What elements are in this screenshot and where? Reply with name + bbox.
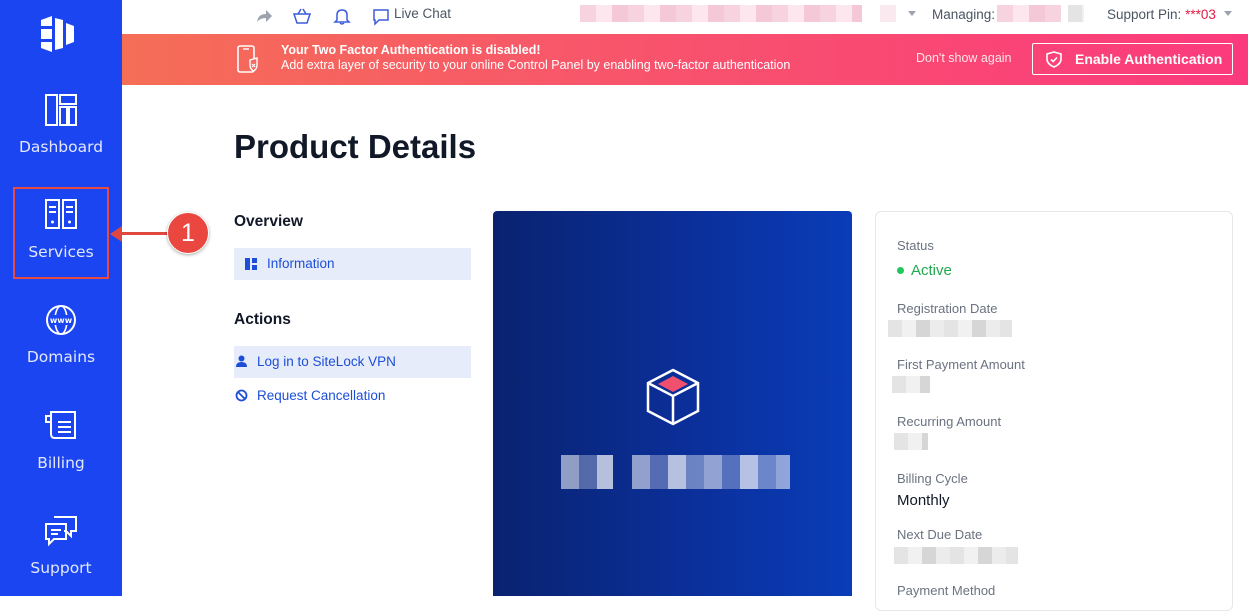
two-factor-alert-banner: Your Two Factor Authentication is disabl… — [122, 34, 1248, 85]
brand-logo[interactable] — [38, 14, 80, 54]
redacted-next-due-date — [894, 547, 1018, 564]
menu-item-label: Log in to SiteLock VPN — [257, 354, 396, 369]
product-details-card: Status Active Registration Date First Pa… — [875, 211, 1233, 611]
dashboard-icon — [45, 94, 77, 126]
live-chat-link[interactable]: Live Chat — [394, 6, 451, 21]
menu-item-login-sitelock-vpn[interactable]: Log in to SiteLock VPN — [234, 346, 471, 378]
enable-authentication-button[interactable]: Enable Authentication — [1032, 43, 1233, 75]
chevron-down-icon[interactable] — [1224, 11, 1232, 16]
redacted-account-name — [580, 5, 862, 22]
overview-heading: Overview — [234, 213, 303, 230]
annotation-step-badge: 1 — [167, 212, 209, 254]
redacted-product-name — [632, 455, 790, 489]
banner-message: Add extra layer of security to your onli… — [281, 58, 791, 72]
sidebar: Dashboard Services www Domains Billing S… — [0, 0, 122, 596]
support-pin-value: ***03 — [1185, 7, 1216, 22]
status-dot — [897, 267, 904, 274]
highlight-box — [13, 187, 109, 279]
menu-item-request-cancellation[interactable]: Request Cancellation — [234, 380, 471, 412]
recurring-amount-label: Recurring Amount — [897, 414, 1002, 429]
redacted-first-payment — [892, 376, 930, 393]
shield-check-icon — [1046, 51, 1062, 68]
www-globe-icon: www — [46, 305, 76, 335]
redacted-registration-date — [888, 320, 1012, 337]
basket-icon[interactable] — [292, 6, 312, 26]
redacted-block — [1068, 5, 1084, 22]
sidebar-item-label: Billing — [37, 454, 85, 472]
cube-product-icon — [646, 368, 700, 426]
registration-date-label: Registration Date — [897, 301, 998, 316]
page-title: Product Details — [234, 128, 477, 165]
product-card — [493, 211, 852, 596]
support-pin: Support Pin: ***03 — [1107, 7, 1216, 22]
sidebar-item-label: Dashboard — [18, 138, 104, 156]
enable-authentication-label: Enable Authentication — [1075, 51, 1223, 67]
dont-show-again-link[interactable]: Don't show again — [916, 51, 1012, 65]
sidebar-item-support[interactable]: Support — [0, 513, 122, 603]
sidebar-item-label: Support — [30, 559, 92, 577]
user-icon — [236, 355, 247, 367]
redacted-product-name — [561, 455, 613, 489]
menu-item-information[interactable]: Information — [234, 248, 471, 280]
redacted-managing-value — [997, 5, 1061, 22]
redacted-block — [880, 5, 896, 22]
billing-cycle-value: Monthly — [897, 492, 950, 509]
top-bar: Live Chat Managing: Support Pin: ***03 — [122, 0, 1248, 34]
annotation-arrow-head — [110, 226, 122, 242]
status-value: Active — [911, 262, 952, 279]
chat-bubbles-icon — [45, 516, 77, 547]
svg-text:www: www — [50, 316, 73, 325]
menu-item-label: Request Cancellation — [257, 388, 386, 403]
managing-label: Managing: — [932, 7, 996, 22]
layout-icon — [245, 258, 257, 270]
sidebar-item-dashboard[interactable]: Dashboard — [0, 92, 122, 182]
sidebar-item-label: Domains — [26, 348, 96, 366]
menu-item-label: Information — [267, 256, 335, 271]
phone-shield-icon — [237, 45, 258, 73]
chat-icon[interactable] — [371, 7, 391, 27]
support-pin-label: Support Pin: — [1107, 7, 1182, 22]
share-icon[interactable] — [254, 6, 274, 26]
invoice-icon — [45, 411, 76, 439]
status-label: Status — [897, 238, 934, 253]
next-due-date-label: Next Due Date — [897, 527, 983, 542]
sidebar-item-billing[interactable]: Billing — [0, 408, 122, 498]
actions-heading: Actions — [234, 311, 291, 328]
ban-icon — [235, 389, 248, 402]
first-payment-label: First Payment Amount — [897, 357, 1025, 372]
billing-cycle-label: Billing Cycle — [897, 471, 968, 486]
redacted-recurring-amount — [894, 433, 928, 450]
chevron-down-icon[interactable] — [908, 11, 916, 16]
sidebar-item-domains[interactable]: www Domains — [0, 302, 122, 392]
bell-icon[interactable] — [332, 6, 352, 26]
banner-title: Your Two Factor Authentication is disabl… — [281, 43, 541, 57]
